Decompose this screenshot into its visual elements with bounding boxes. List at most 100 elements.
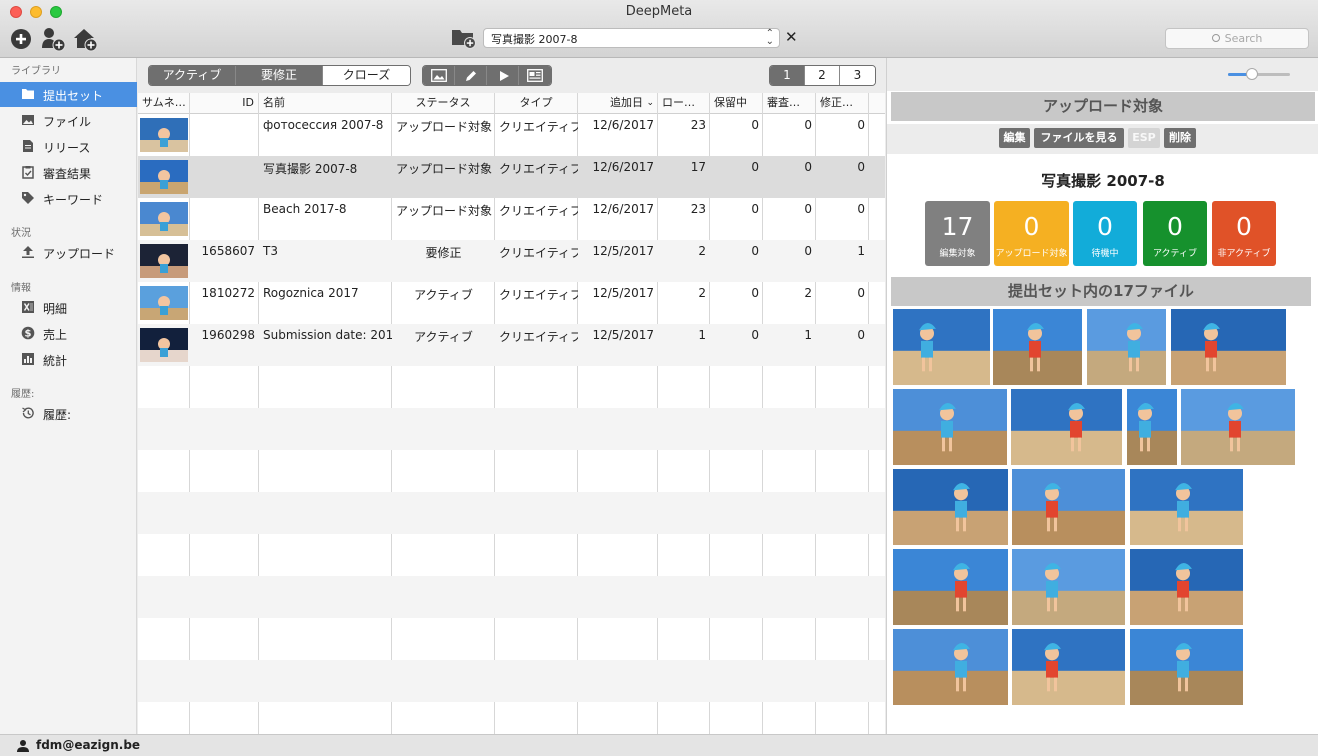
section-label-library: ライブラリ bbox=[11, 66, 61, 77]
column-header-name[interactable]: 名前 bbox=[259, 93, 392, 114]
cell-c2: 0 bbox=[751, 328, 759, 342]
cell-c4: 0 bbox=[857, 328, 865, 342]
file-thumbnail[interactable] bbox=[1130, 469, 1243, 545]
column-header-type[interactable]: タイプ bbox=[495, 93, 578, 114]
sidebar-item-keywords[interactable]: キーワード bbox=[0, 186, 137, 211]
file-thumbnail[interactable] bbox=[893, 309, 990, 385]
pen-icon bbox=[466, 71, 476, 81]
column-header-pending[interactable]: 保留中 bbox=[710, 93, 763, 114]
sidebar-item-history[interactable]: 履歴: bbox=[0, 401, 137, 426]
table-row[interactable]: 1658607 T3 要修正 クリエイティブ 12/5/2017 2 0 0 1 bbox=[138, 240, 885, 282]
cell-type: クリエイティブ bbox=[499, 162, 578, 176]
sidebar-item-review-results[interactable]: 審査結果 bbox=[0, 160, 137, 185]
file-thumbnail[interactable] bbox=[893, 389, 1007, 465]
window-title: DeepMeta bbox=[625, 4, 693, 19]
slider-knob[interactable] bbox=[1246, 68, 1258, 80]
add-home-icon[interactable] bbox=[72, 26, 98, 52]
sidebar-item-files[interactable]: ファイル bbox=[0, 108, 137, 133]
select-arrows-icon: ⌃ ⌄ bbox=[765, 28, 774, 47]
file-thumbnail[interactable] bbox=[1181, 389, 1295, 465]
file-thumbnail[interactable] bbox=[993, 309, 1082, 385]
sidebar-item-sales[interactable]: $ 売上 bbox=[0, 321, 137, 346]
files-header: 提出セット内の17ファイル bbox=[891, 277, 1311, 306]
file-thumbnail[interactable] bbox=[1012, 629, 1125, 705]
page-2-button[interactable]: 2 bbox=[805, 66, 840, 85]
tile-value: 0 bbox=[1236, 212, 1252, 241]
file-thumbnail[interactable] bbox=[1130, 629, 1243, 705]
tab-closed[interactable]: クローズ bbox=[323, 66, 410, 85]
tile-active[interactable]: 0 アクティブ bbox=[1143, 201, 1207, 266]
table-row[interactable] bbox=[138, 702, 885, 734]
column-header-id[interactable]: ID bbox=[190, 93, 259, 114]
file-thumbnail[interactable] bbox=[1012, 549, 1125, 625]
sidebar-item-label: 明細 bbox=[43, 302, 68, 316]
table-row[interactable] bbox=[138, 492, 885, 534]
submission-set-select[interactable]: 写真撮影 2007-8 ⌃ ⌄ bbox=[483, 28, 780, 48]
table-row[interactable]: Beach 2017-8 アップロード対象 クリエイティブ 12/6/2017 23 0 0… bbox=[138, 198, 885, 240]
column-header-date-added[interactable]: 追加日 ⌄ bbox=[578, 93, 658, 114]
file-thumbnail[interactable] bbox=[1171, 309, 1286, 385]
status-footer: fdm@eazign.be bbox=[0, 734, 1318, 756]
file-thumbnail[interactable] bbox=[893, 629, 1008, 705]
file-thumbnail[interactable] bbox=[893, 549, 1008, 625]
tile-editing[interactable]: 17 編集対象 bbox=[925, 201, 990, 266]
view-play-button[interactable] bbox=[487, 66, 519, 85]
sidebar-item-label: 履歴: bbox=[43, 408, 72, 422]
table-row[interactable]: 1960298 Submission date: 2017 アクティブ クリエイティブ… bbox=[138, 324, 885, 366]
table-row[interactable]: 1810272 Rogoznica 2017 アクティブ クリエイティブ 12/5/20… bbox=[138, 282, 885, 324]
column-header-fix[interactable]: 修正… bbox=[816, 93, 869, 114]
edit-button[interactable]: 編集 bbox=[999, 128, 1030, 148]
column-header-upload[interactable]: ロー… bbox=[658, 93, 710, 114]
tile-waiting[interactable]: 0 待機中 bbox=[1073, 201, 1137, 266]
add-user-icon[interactable] bbox=[40, 26, 66, 52]
sidebar-item-statements[interactable]: 明細 bbox=[0, 295, 137, 320]
file-thumbnail[interactable] bbox=[1130, 549, 1243, 625]
sidebar-item-releases[interactable]: リリース bbox=[0, 134, 137, 159]
thumbnail-size-slider[interactable] bbox=[1228, 68, 1290, 80]
tile-upload-target[interactable]: 0 アップロード対象 bbox=[994, 201, 1069, 266]
search-field[interactable]: Search bbox=[1165, 28, 1309, 49]
cell-status: アクティブ bbox=[414, 330, 473, 344]
table-row[interactable]: 写真撮影 2007-8 アップロード対象 クリエイティブ 12/6/2017 17 0 0 0 bbox=[138, 156, 885, 198]
clear-selection-button[interactable]: ✕ bbox=[785, 28, 798, 46]
cell-status: 要修正 bbox=[425, 246, 462, 260]
sidebar-item-label: アップロード bbox=[43, 247, 116, 261]
view-files-button[interactable]: ファイルを見る bbox=[1034, 128, 1124, 148]
table-row[interactable] bbox=[138, 408, 885, 450]
sidebar-item-label: 提出セット bbox=[43, 89, 104, 103]
table-row[interactable] bbox=[138, 366, 885, 408]
sidebar-item-submission-sets[interactable]: 提出セット bbox=[0, 82, 137, 107]
add-circle-icon[interactable] bbox=[9, 26, 35, 52]
file-thumbnail[interactable] bbox=[1087, 309, 1166, 385]
table-row[interactable]: фотосессия 2007-8 アップロード対象 クリエイティブ 12/6/201… bbox=[138, 114, 885, 156]
image-icon bbox=[431, 69, 447, 82]
delete-button[interactable]: 削除 bbox=[1164, 128, 1196, 148]
tab-active[interactable]: アクティブ bbox=[149, 66, 236, 85]
folder-add-icon[interactable] bbox=[451, 27, 477, 49]
view-images-button[interactable] bbox=[423, 66, 455, 85]
view-edit-button[interactable] bbox=[455, 66, 487, 85]
table-row[interactable] bbox=[138, 660, 885, 702]
file-thumbnail[interactable] bbox=[1012, 469, 1125, 545]
column-header-thumbnail[interactable]: サムネ… bbox=[138, 93, 190, 114]
table-row[interactable] bbox=[138, 576, 885, 618]
file-thumbnail[interactable] bbox=[1127, 389, 1177, 465]
cell-status: アップロード対象 bbox=[396, 162, 493, 176]
esp-button[interactable]: ESP bbox=[1128, 128, 1160, 148]
view-layout-button[interactable] bbox=[519, 66, 551, 85]
column-header-review[interactable]: 審査… bbox=[763, 93, 816, 114]
file-thumbnail[interactable] bbox=[1011, 389, 1122, 465]
section-label-history: 履歴: bbox=[11, 389, 35, 400]
tile-inactive[interactable]: 0 非アクティブ bbox=[1212, 201, 1276, 266]
page-3-button[interactable]: 3 bbox=[840, 66, 875, 85]
sidebar-item-stats[interactable]: 統計 bbox=[0, 347, 137, 372]
table-row[interactable] bbox=[138, 618, 885, 660]
user-email[interactable]: fdm@eazign.be bbox=[36, 738, 140, 752]
file-thumbnail[interactable] bbox=[893, 469, 1008, 545]
table-row[interactable] bbox=[138, 534, 885, 576]
table-row[interactable] bbox=[138, 450, 885, 492]
column-header-status[interactable]: ステータス bbox=[392, 93, 495, 114]
sidebar-item-upload[interactable]: アップロード bbox=[0, 240, 137, 265]
page-1-button[interactable]: 1 bbox=[770, 66, 805, 85]
tab-needs-fix[interactable]: 要修正 bbox=[236, 66, 323, 85]
